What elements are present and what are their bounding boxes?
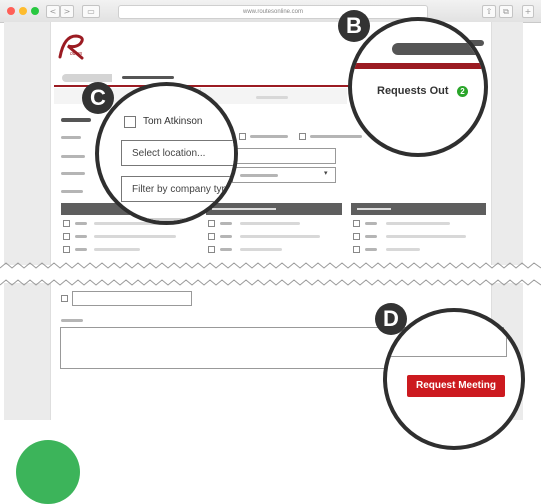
- attendee-name: Tom Atkinson: [143, 116, 203, 127]
- list-item-checkbox[interactable]: [208, 220, 215, 227]
- list-item-bar: [240, 248, 282, 251]
- list-item-bar: [386, 222, 450, 225]
- callout-c-magnifier: Tom Atkinson Select location... Filter b…: [95, 82, 238, 225]
- list-item-checkbox[interactable]: [63, 233, 70, 240]
- list-item-bar: [365, 248, 377, 251]
- list-item-bar: [220, 235, 232, 238]
- minimize-window-icon[interactable]: [19, 7, 27, 15]
- close-window-icon[interactable]: [7, 7, 15, 15]
- list-item-bar: [220, 222, 232, 225]
- list-item-bar: [386, 235, 466, 238]
- section-heading-bar: [61, 118, 91, 122]
- column-header-3-label: [357, 208, 391, 210]
- company-type-filter[interactable]: Filter by company typ: [121, 176, 234, 202]
- filter-checkbox-1[interactable]: [239, 133, 246, 140]
- list-item-bar: [365, 222, 377, 225]
- filter-checkbox-1-label: [250, 135, 288, 138]
- filter-checkbox-2[interactable]: [299, 133, 306, 140]
- filter-checkbox-2-label: [310, 135, 362, 138]
- sidebar-toggle-icon[interactable]: ▭: [82, 5, 100, 18]
- location-select[interactable]: Select location...: [121, 140, 234, 166]
- attendee-checkbox[interactable]: [124, 116, 136, 128]
- column-header-2-label: [212, 208, 276, 210]
- browser-toolbar: < > ▭ www.routesonline.com ⇧ ⧉ +: [0, 0, 541, 23]
- location-field-bg[interactable]: [232, 148, 336, 164]
- page-heading-bar: [122, 76, 174, 79]
- routes-logo: outes: [56, 30, 92, 60]
- new-tab-button[interactable]: +: [522, 5, 534, 18]
- list-item-checkbox[interactable]: [208, 233, 215, 240]
- callout-b-magnifier: Requests Out 2: [348, 17, 488, 157]
- forward-button[interactable]: >: [60, 5, 74, 18]
- requests-count-badge: 2: [457, 86, 468, 97]
- list-item-bar: [94, 248, 140, 251]
- list-item-bar: [94, 235, 176, 238]
- list-item-bar: [386, 248, 420, 251]
- torn-page-divider: [0, 258, 541, 290]
- callout-d-magnifier: Request Meeting: [383, 308, 525, 450]
- list-item-checkbox[interactable]: [208, 246, 215, 253]
- address-bar[interactable]: www.routesonline.com: [118, 5, 428, 19]
- header-red-band: [352, 63, 484, 69]
- lower-text-field[interactable]: [72, 291, 192, 306]
- list-item-checkbox[interactable]: [353, 233, 360, 240]
- list-item-bar: [75, 235, 87, 238]
- message-label-bar: [61, 319, 83, 322]
- filter-label-1: [61, 136, 81, 139]
- list-item-bar: [220, 248, 232, 251]
- filter-label-3: [61, 172, 85, 175]
- list-item-bar: [365, 235, 377, 238]
- maximize-window-icon[interactable]: [31, 7, 39, 15]
- callout-d-badge: D: [375, 303, 407, 335]
- green-circle-decoration: [16, 440, 80, 504]
- back-tab[interactable]: [62, 74, 112, 82]
- filter-label-4: [61, 190, 83, 193]
- requests-out-link[interactable]: Requests Out: [377, 85, 449, 97]
- list-item-checkbox[interactable]: [353, 220, 360, 227]
- tabs-icon[interactable]: ⧉: [499, 5, 513, 18]
- list-item-checkbox[interactable]: [63, 220, 70, 227]
- list-item-bar: [75, 248, 87, 251]
- chevron-down-icon: ▾: [324, 170, 328, 177]
- select-value-bar: [240, 174, 278, 177]
- list-item-bar: [240, 222, 300, 225]
- list-item-checkbox[interactable]: [353, 246, 360, 253]
- svg-text:outes: outes: [70, 51, 83, 57]
- list-item-bar: [75, 222, 87, 225]
- callout-b-badge: B: [338, 10, 370, 42]
- tab-2-label-bar: [256, 96, 288, 99]
- list-item-bar: [240, 235, 320, 238]
- lower-checkbox[interactable]: [61, 295, 68, 302]
- request-meeting-button[interactable]: Request Meeting: [407, 375, 505, 397]
- share-icon[interactable]: ⇧: [482, 5, 496, 18]
- list-item-checkbox[interactable]: [63, 246, 70, 253]
- back-button[interactable]: <: [46, 5, 60, 18]
- header-user-bar: [392, 43, 484, 55]
- filter-label-2: [61, 155, 85, 158]
- callout-c-badge: C: [82, 82, 114, 114]
